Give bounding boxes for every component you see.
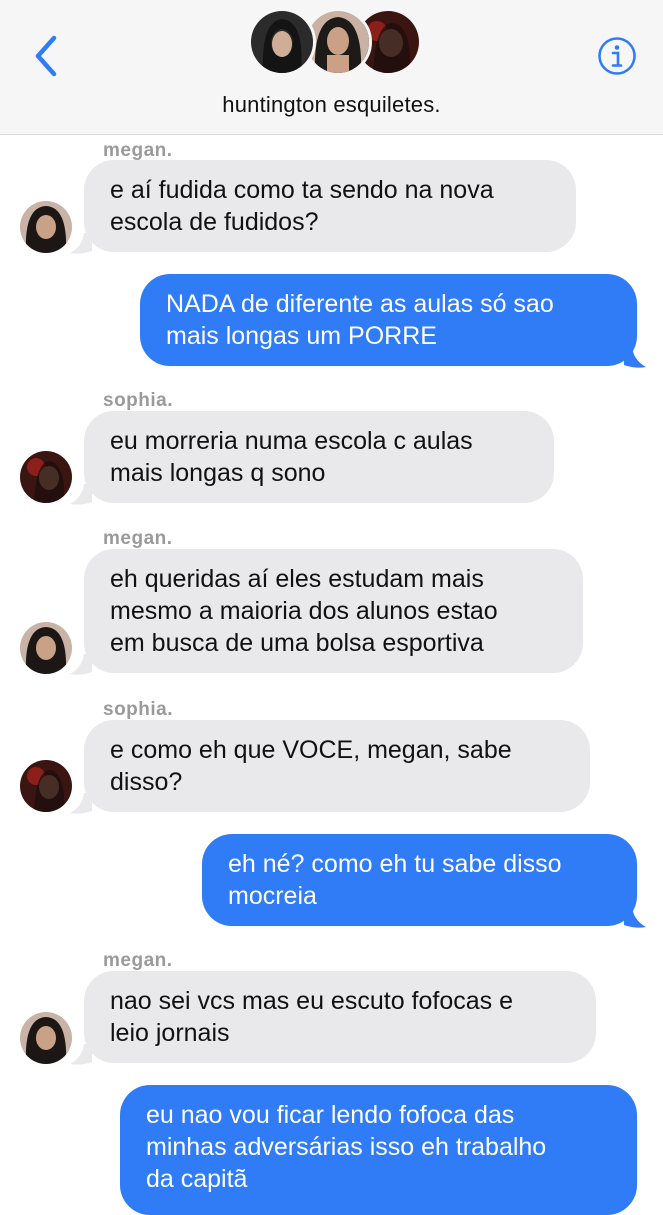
message-text: mais longas q sono (110, 459, 326, 487)
message-text: e aí fudida como ta sendo na nova (110, 176, 494, 204)
message-text: leio jornais (110, 1019, 230, 1047)
message-text: NADA de diferente as aulas só sao (166, 290, 554, 318)
message-bubble-received[interactable]: nao sei vcs mas eu escuto fofocas e leio… (84, 971, 596, 1063)
bubble-tail (624, 347, 646, 368)
message-text: disso? (110, 768, 183, 796)
message-bubble-received[interactable]: e como eh que VOCE, megan, sabe disso? (84, 720, 590, 812)
bubble-tail (70, 793, 92, 814)
message-text: eh né? como eh tu sabe disso (228, 850, 562, 878)
message-text: e como eh que VOCE, megan, sabe (110, 736, 512, 764)
message-bubble-received[interactable]: e aí fudida como ta sendo na nova escola… (84, 160, 576, 252)
message-bubble-received[interactable]: eh queridas aí eles estudam mais mesmo a… (84, 549, 583, 673)
bubble-tail (624, 907, 646, 928)
info-icon[interactable] (597, 36, 637, 76)
sender-name: megan. (103, 950, 173, 971)
sender-name: megan. (103, 528, 173, 549)
message-text: minhas adversárias isso eh trabalho (146, 1133, 547, 1161)
chevron-left-icon[interactable] (28, 32, 68, 80)
sender-name: sophia. (103, 390, 174, 411)
message-text: da capitã (146, 1165, 248, 1193)
message-text: eu nao vou ficar lendo fofoca das (146, 1101, 515, 1129)
message-text: mesmo a maioria dos alunos estao (110, 597, 498, 625)
sender-name: sophia. (103, 699, 174, 720)
message-text: eh queridas aí eles estudam mais (110, 565, 484, 593)
message-text: mocreia (228, 882, 317, 910)
bubble-tail (70, 654, 92, 675)
avatar[interactable] (20, 451, 72, 503)
bubble-tail (70, 233, 92, 254)
message-bubble-sent[interactable]: eu nao vou ficar lendo fofoca das minhas… (120, 1085, 637, 1215)
avatar[interactable] (20, 760, 72, 812)
bubble-tail (70, 484, 92, 505)
group-avatars[interactable] (248, 8, 422, 80)
message-bubble-sent[interactable]: eh né? como eh tu sabe disso mocreia (202, 834, 637, 926)
avatar[interactable] (20, 1012, 72, 1064)
conversation-header: huntington esquiletes. (0, 0, 663, 135)
message-text: mais longas um PORRE (166, 322, 437, 350)
group-title[interactable]: huntington esquiletes. (0, 92, 663, 118)
bubble-tail (70, 1044, 92, 1065)
message-text: eu morreria numa escola c aulas (110, 427, 473, 455)
avatar[interactable] (20, 622, 72, 674)
message-bubble-received[interactable]: eu morreria numa escola c aulas mais lon… (84, 411, 554, 503)
message-text: nao sei vcs mas eu escuto fofocas e (110, 987, 513, 1015)
message-text: em busca de uma bolsa esportiva (110, 629, 484, 657)
avatar[interactable] (20, 201, 72, 253)
sender-name: megan. (103, 140, 173, 161)
message-bubble-sent[interactable]: NADA de diferente as aulas só sao mais l… (140, 274, 637, 366)
avatar (248, 8, 316, 76)
message-text: escola de fudidos? (110, 208, 319, 236)
message-list[interactable]: megan. e aí fudida como ta sendo na nova… (0, 135, 663, 1215)
